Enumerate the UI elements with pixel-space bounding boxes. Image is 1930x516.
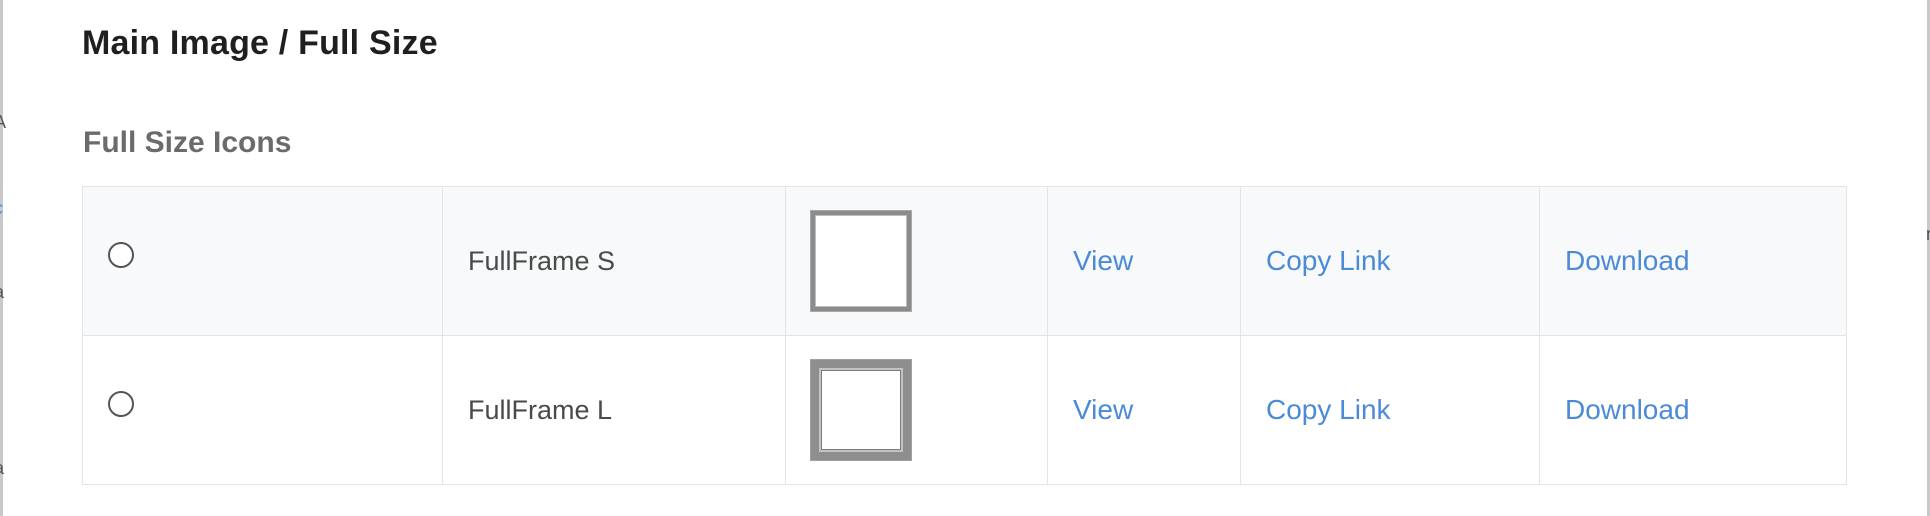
dialog-title: Main Image / Full Size bbox=[82, 24, 438, 62]
download-cell: Download bbox=[1539, 186, 1847, 336]
background-text-fragment: A bbox=[0, 112, 7, 132]
row-select-radio[interactable] bbox=[108, 390, 134, 417]
thumbnail-cell bbox=[785, 335, 1048, 485]
select-cell bbox=[82, 335, 443, 485]
view-cell: View bbox=[1047, 186, 1241, 336]
background-text-fragment: n bbox=[1926, 224, 1930, 245]
icon-name: FullFrame S bbox=[468, 245, 616, 276]
icon-name-cell: FullFrame S bbox=[442, 186, 786, 336]
table-row: FullFrame S View Copy Link Download bbox=[82, 186, 1847, 336]
background-link-fragment: c bbox=[0, 198, 3, 219]
icon-name-cell: FullFrame L bbox=[442, 335, 786, 485]
copy-link-cell: Copy Link bbox=[1240, 335, 1540, 485]
view-cell: View bbox=[1047, 335, 1241, 485]
background-text-fragment: a bbox=[0, 458, 4, 479]
background-text-fragment: a bbox=[0, 282, 4, 303]
table-row: FullFrame L View Copy Link Download bbox=[82, 335, 1847, 485]
view-link[interactable]: View bbox=[1073, 245, 1133, 276]
row-select-radio[interactable] bbox=[108, 241, 134, 268]
copy-link-link[interactable]: Copy Link bbox=[1266, 394, 1391, 425]
download-link[interactable]: Download bbox=[1565, 245, 1690, 276]
view-link[interactable]: View bbox=[1073, 394, 1133, 425]
select-cell bbox=[82, 186, 443, 336]
full-size-icons-table: FullFrame S View Copy Link Download Full… bbox=[82, 186, 1847, 485]
copy-link-cell: Copy Link bbox=[1240, 186, 1540, 336]
page-edge-left bbox=[0, 0, 3, 516]
download-link[interactable]: Download bbox=[1565, 394, 1690, 425]
section-title: Full Size Icons bbox=[83, 126, 292, 159]
thick-frame-thumbnail-icon bbox=[811, 360, 911, 460]
copy-link-link[interactable]: Copy Link bbox=[1266, 245, 1391, 276]
download-cell: Download bbox=[1539, 335, 1847, 485]
icon-name: FullFrame L bbox=[468, 394, 613, 425]
thin-frame-thumbnail-icon bbox=[811, 211, 911, 311]
thumbnail-cell bbox=[785, 186, 1048, 336]
